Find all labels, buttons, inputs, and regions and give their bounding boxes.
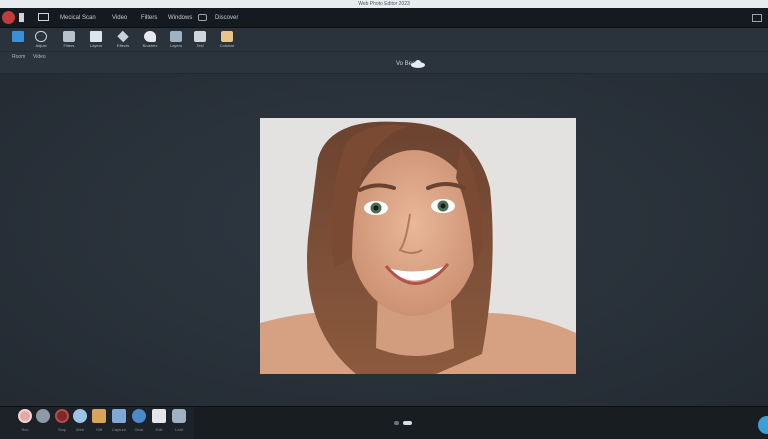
center-title: Vo Beam — [396, 58, 425, 70]
maximize-icon[interactable] — [752, 14, 762, 22]
adjust-icon — [35, 31, 47, 42]
tab-video[interactable]: Video — [33, 54, 46, 60]
cube-icon — [112, 409, 126, 423]
page-dot[interactable] — [394, 421, 399, 426]
effects-icon — [117, 30, 129, 43]
layers-stack-icon — [170, 31, 182, 42]
help-icon[interactable] — [758, 416, 768, 434]
dock-item-giff[interactable]: Giff — [90, 409, 108, 437]
app-logo-icon[interactable] — [2, 11, 15, 24]
dock-item-stop[interactable]: Stop — [53, 409, 71, 437]
sphere-icon — [36, 409, 50, 423]
tool-layers[interactable]: Layers — [84, 30, 108, 50]
leaf-icon — [172, 409, 186, 423]
document-icon — [12, 31, 24, 42]
dock-item-edit[interactable]: Edit — [150, 409, 168, 437]
dock-item-gear[interactable]: Gear — [130, 409, 148, 437]
dock-item-sphere[interactable] — [34, 409, 52, 437]
page-indicator[interactable] — [394, 420, 414, 426]
palette-icon — [221, 31, 233, 42]
toolbar: Adjust Filters Layers Effects Brushes La… — [0, 28, 768, 52]
photo-preview[interactable] — [260, 118, 576, 374]
phone-icon[interactable] — [19, 13, 24, 22]
menu-item-filters[interactable]: Filters — [141, 12, 157, 24]
tool-adjust[interactable]: Adjust — [29, 30, 53, 50]
dock: Rec Stop Web Giff Capture Gear Edit Leaf — [0, 406, 768, 439]
tool-colorize[interactable]: Colorize — [215, 30, 239, 50]
menu-item-video[interactable]: Video — [112, 12, 127, 24]
monitor-icon[interactable] — [38, 13, 49, 21]
tool-filters[interactable]: Filters — [57, 30, 81, 50]
tool-label: Colorize — [219, 43, 235, 48]
record-icon — [18, 409, 32, 423]
tool-brushes[interactable]: Brushes — [138, 30, 162, 50]
menu-bar: Mecical Scan Video Filters Windows Disco… — [0, 8, 768, 28]
menu-item-discover[interactable]: Discover — [215, 12, 238, 24]
brush-icon — [144, 31, 156, 42]
dock-item-leaf[interactable]: Leaf — [170, 409, 188, 437]
dock-apps: Rec Stop Web Giff Capture Gear Edit Leaf — [0, 407, 194, 439]
menu-item-windows[interactable]: Windows — [168, 12, 192, 24]
layers-icon — [90, 31, 102, 42]
gift-icon — [92, 409, 106, 423]
dock-item-rec[interactable]: Rec — [16, 409, 34, 437]
text-icon — [194, 31, 206, 42]
dock-label: Leaf — [175, 427, 183, 432]
dock-item-web[interactable]: Web — [71, 409, 89, 437]
stop-icon — [55, 409, 69, 423]
window-title: Web Photo Editor 2023 — [358, 1, 410, 7]
cloud-icon — [411, 60, 425, 68]
person-icon — [152, 409, 166, 423]
filters-icon — [63, 31, 75, 42]
page-dot-active[interactable] — [402, 421, 412, 426]
sub-bar: Room Video Vo Beam — [0, 52, 768, 74]
title-bar: Web Photo Editor 2023 — [0, 0, 768, 8]
tab-room[interactable]: Room — [12, 54, 25, 60]
gear-icon — [132, 409, 146, 423]
globe-icon — [73, 409, 87, 423]
menu-item-scan[interactable]: Mecical Scan — [60, 12, 96, 24]
portrait-image — [260, 118, 576, 374]
dock-item-capture[interactable]: Capture — [110, 409, 128, 437]
tool-text[interactable]: Text — [188, 30, 212, 50]
tool-effects[interactable]: Effects — [111, 30, 135, 50]
window-icon[interactable] — [198, 14, 207, 21]
